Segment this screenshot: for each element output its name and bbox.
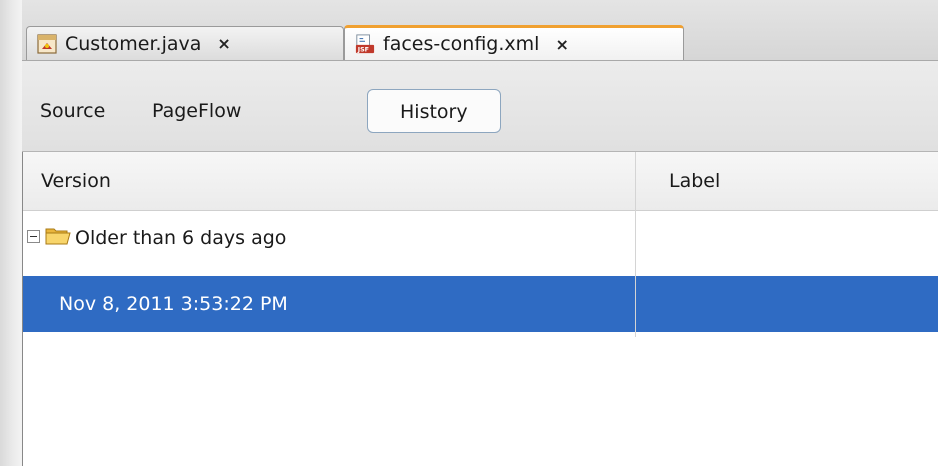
- tab-faces-config-xml[interactable]: JSF faces-config.xml ×: [344, 25, 684, 60]
- jsf-file-icon: JSF: [355, 34, 375, 54]
- table-row-group[interactable]: Older than 6 days ago: [23, 210, 938, 266]
- version-cell: Nov 8, 2011 3:53:22 PM: [59, 293, 288, 315]
- editor-tab-strip: Customer.java × JSF faces-config.xml ×: [22, 0, 938, 61]
- tab-customer-java[interactable]: Customer.java ×: [26, 26, 344, 60]
- close-icon[interactable]: ×: [217, 34, 230, 53]
- tab-pageflow[interactable]: PageFlow: [152, 89, 241, 133]
- collapse-icon[interactable]: [27, 230, 40, 243]
- history-table: Version Label Older than 6 days ago Nov …: [22, 152, 938, 466]
- close-icon[interactable]: ×: [555, 35, 568, 54]
- folder-open-icon: [45, 228, 71, 245]
- tab-history[interactable]: History: [367, 89, 501, 133]
- column-header-label[interactable]: Label: [669, 152, 720, 210]
- tab-source[interactable]: Source: [40, 89, 105, 133]
- editor-window: Customer.java × JSF faces-config.xml × S…: [22, 0, 938, 466]
- group-label: Older than 6 days ago: [75, 227, 287, 249]
- tab-label: Customer.java: [65, 32, 202, 55]
- view-toolbar: Source PageFlow History: [22, 61, 938, 152]
- tab-label: faces-config.xml: [383, 33, 540, 55]
- java-file-icon: [37, 33, 57, 54]
- column-divider: [635, 152, 636, 337]
- table-header: Version Label: [23, 152, 938, 211]
- table-row[interactable]: Nov 8, 2011 3:53:22 PM: [23, 276, 938, 332]
- window-shadow: [0, 0, 22, 466]
- column-header-version[interactable]: Version: [41, 152, 111, 210]
- svg-text:JSF: JSF: [357, 47, 369, 54]
